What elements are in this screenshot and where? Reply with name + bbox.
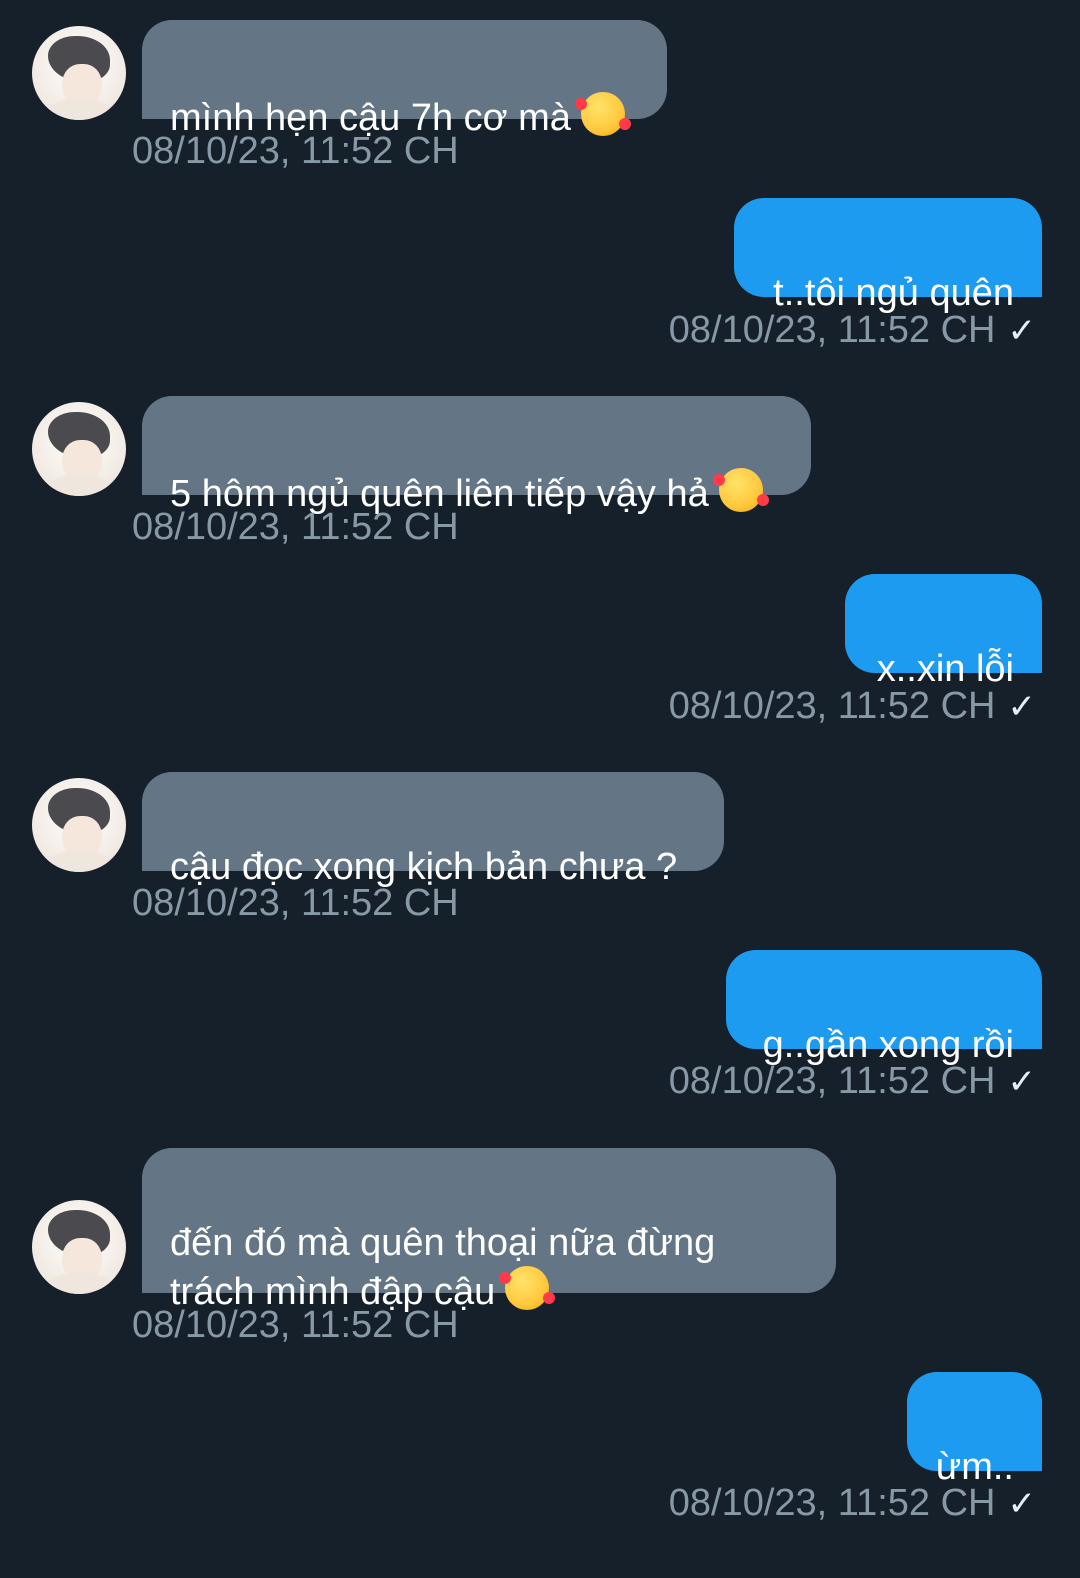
avatar-shirt — [42, 850, 116, 872]
read-check-icon: ✓ — [1007, 1485, 1037, 1523]
read-check-icon: ✓ — [1007, 688, 1037, 726]
read-check-icon: ✓ — [1007, 312, 1037, 350]
message-timestamp: 08/10/23, 11:52 CH ✓ — [669, 1058, 1036, 1105]
message-bubble-incoming[interactable]: 5 hôm ngủ quên liên tiếp vậy hả — [142, 396, 811, 515]
timestamp-text: 08/10/23, 11:52 CH — [668, 1482, 996, 1524]
message-timestamp: 08/10/23, 11:52 CH ✓ — [669, 1480, 1036, 1527]
timestamp-text: 08/10/23, 11:52 CH — [668, 309, 996, 351]
read-check-icon: ✓ — [1007, 1063, 1037, 1101]
smiling-face-with-hearts-icon — [712, 468, 769, 512]
message-bubble-incoming[interactable]: đến đó mà quên thoại nữa đừng trách mình… — [142, 1148, 836, 1313]
avatar-shirt — [42, 98, 116, 120]
avatar-shirt — [42, 474, 116, 496]
sender-avatar[interactable] — [32, 26, 126, 120]
sender-avatar[interactable] — [32, 778, 126, 872]
message-timestamp: 08/10/23, 11:52 CH — [132, 1304, 459, 1346]
timestamp-text: 08/10/23, 11:52 CH — [668, 1060, 996, 1102]
sender-avatar[interactable] — [32, 402, 126, 496]
message-timestamp: 08/10/23, 11:52 CH — [132, 882, 459, 924]
smiling-face-with-hearts-icon — [499, 1266, 556, 1310]
avatar-shirt — [42, 1272, 116, 1294]
message-text: đến đó mà quên thoại nữa đừng trách mình… — [170, 1222, 716, 1313]
sender-avatar[interactable] — [32, 1200, 126, 1294]
message-bubble-outgoing[interactable]: t..tôi ngủ quên — [734, 198, 1042, 314]
message-bubble-outgoing[interactable]: x..xin lỗi — [845, 574, 1042, 690]
message-timestamp: 08/10/23, 11:52 CH — [132, 506, 459, 548]
message-bubble-incoming[interactable]: cậu đọc xong kịch bản chưa ? — [142, 772, 724, 888]
message-timestamp: 08/10/23, 11:52 CH — [132, 130, 459, 172]
message-timestamp: 08/10/23, 11:52 CH ✓ — [669, 683, 1036, 730]
message-bubble-incoming[interactable]: mình hẹn cậu 7h cơ mà — [142, 20, 667, 139]
smiling-face-with-hearts-icon — [574, 92, 631, 136]
message-timestamp: 08/10/23, 11:52 CH ✓ — [669, 307, 1036, 354]
timestamp-text: 08/10/23, 11:52 CH — [668, 685, 996, 727]
message-bubble-outgoing[interactable]: ừm.. — [907, 1372, 1042, 1488]
message-bubble-outgoing[interactable]: g..gần xong rồi — [726, 950, 1042, 1066]
